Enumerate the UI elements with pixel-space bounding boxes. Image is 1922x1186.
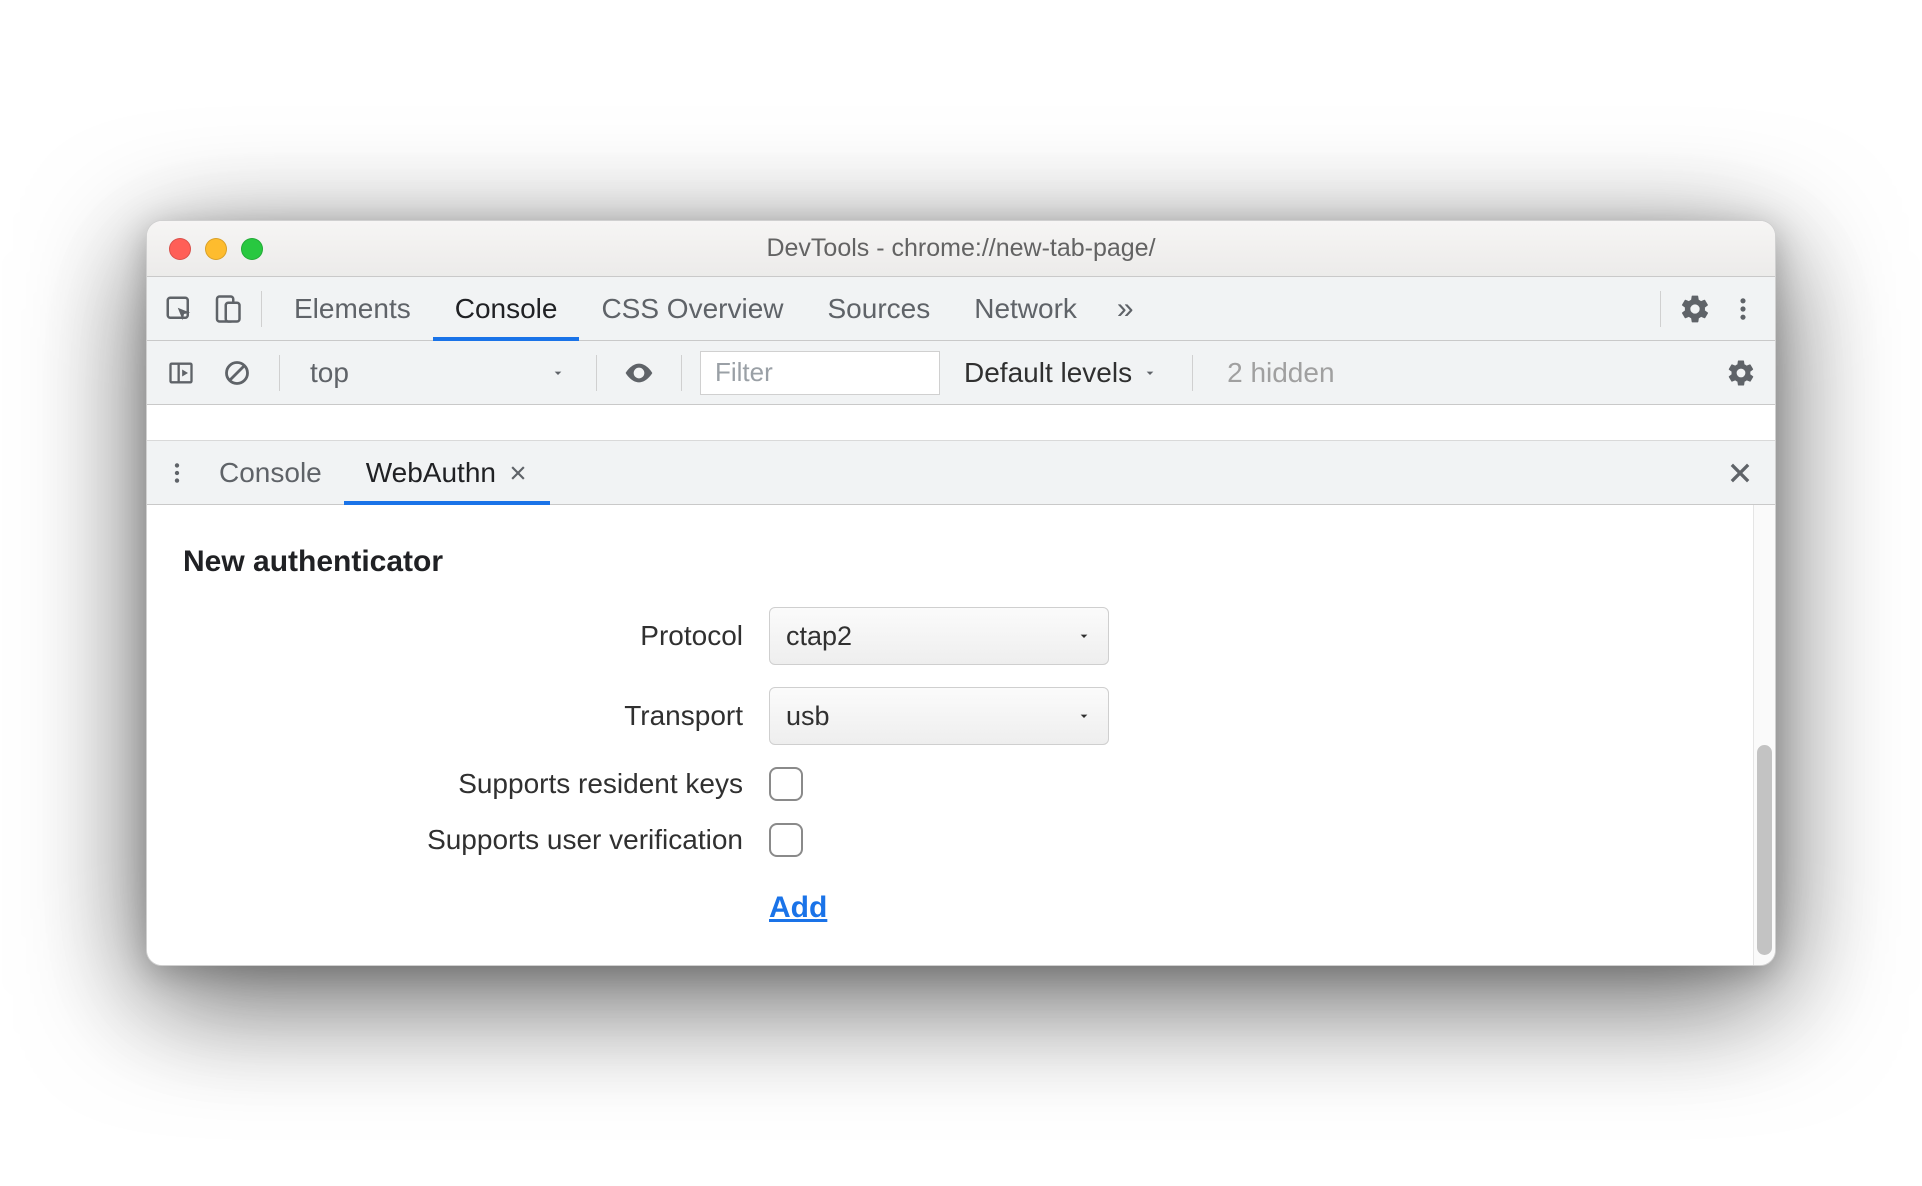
execution-context-select[interactable]: top [298,353,578,393]
devtools-window: DevTools - chrome://new-tab-page/ Elemen… [146,220,1776,966]
kebab-menu-icon[interactable] [1719,285,1767,333]
tab-label: CSS Overview [601,293,783,325]
tab-label: Sources [828,293,931,325]
drawer-tab-label: WebAuthn [366,457,496,489]
console-toolbar: top Default levels 2 hidden [147,341,1775,405]
label-user-verification: Supports user verification [179,824,769,856]
tab-css-overview[interactable]: CSS Overview [579,277,805,340]
separator [1660,291,1661,327]
separator [596,355,597,391]
row-protocol: Protocol ctap2 [179,607,1721,665]
label-protocol: Protocol [179,620,769,652]
drawer-tab-label: Console [219,457,322,489]
drawer-tab-console[interactable]: Console [197,441,344,504]
console-output-area [147,405,1775,441]
chevron-down-icon [1076,708,1092,724]
drawer-tab-webauthn[interactable]: WebAuthn [344,441,550,504]
row-transport: Transport usb [179,687,1721,745]
transport-select[interactable]: usb [769,687,1109,745]
tab-label: Console [455,293,558,325]
toggle-sidebar-icon[interactable] [157,349,205,397]
main-tabbar: Elements Console CSS Overview Sources Ne… [147,277,1775,341]
main-tabs: Elements Console CSS Overview Sources Ne… [272,277,1099,340]
label-resident-keys: Supports resident keys [179,768,769,800]
add-button[interactable]: Add [769,891,827,924]
row-add: Add [179,891,1721,925]
tab-network[interactable]: Network [952,277,1099,340]
label-transport: Transport [179,700,769,732]
drawer-content: New authenticator Protocol ctap2 Transpo… [147,505,1775,965]
filter-input[interactable] [700,351,940,395]
settings-icon[interactable] [1671,285,1719,333]
section-heading: New authenticator [183,545,1721,579]
hidden-messages-label: 2 hidden [1211,357,1350,389]
device-toolbar-icon[interactable] [203,285,251,333]
separator [1192,355,1193,391]
separator [279,355,280,391]
console-settings-icon[interactable] [1717,349,1765,397]
scrollbar[interactable] [1753,505,1775,965]
tab-sources[interactable]: Sources [806,277,953,340]
separator [261,291,262,327]
chevron-down-icon [550,365,566,381]
close-tab-icon[interactable] [508,463,528,483]
live-expression-icon[interactable] [615,349,663,397]
clear-console-icon[interactable] [213,349,261,397]
tab-label: Elements [294,293,411,325]
close-drawer-icon[interactable] [1715,459,1765,487]
window-title: DevTools - chrome://new-tab-page/ [147,234,1775,263]
tab-elements[interactable]: Elements [272,277,433,340]
select-value: usb [786,701,830,732]
inspect-element-icon[interactable] [155,285,203,333]
select-value: ctap2 [786,621,852,652]
chevron-down-icon [1076,628,1092,644]
drawer-menu-icon[interactable] [157,460,197,486]
tab-console[interactable]: Console [433,277,580,340]
separator [681,355,682,391]
levels-label: Default levels [964,357,1132,389]
row-resident-keys: Supports resident keys [179,767,1721,801]
user-verification-checkbox[interactable] [769,823,803,857]
resident-keys-checkbox[interactable] [769,767,803,801]
more-tabs-button[interactable]: » [1099,292,1148,326]
titlebar: DevTools - chrome://new-tab-page/ [147,221,1775,277]
log-levels-select[interactable]: Default levels [948,357,1174,389]
drawer-tabbar: Console WebAuthn [147,441,1775,505]
scroll-thumb[interactable] [1757,745,1772,955]
chevron-down-icon [1142,365,1158,381]
tab-label: Network [974,293,1077,325]
context-value: top [310,357,349,389]
row-user-verification: Supports user verification [179,823,1721,857]
protocol-select[interactable]: ctap2 [769,607,1109,665]
